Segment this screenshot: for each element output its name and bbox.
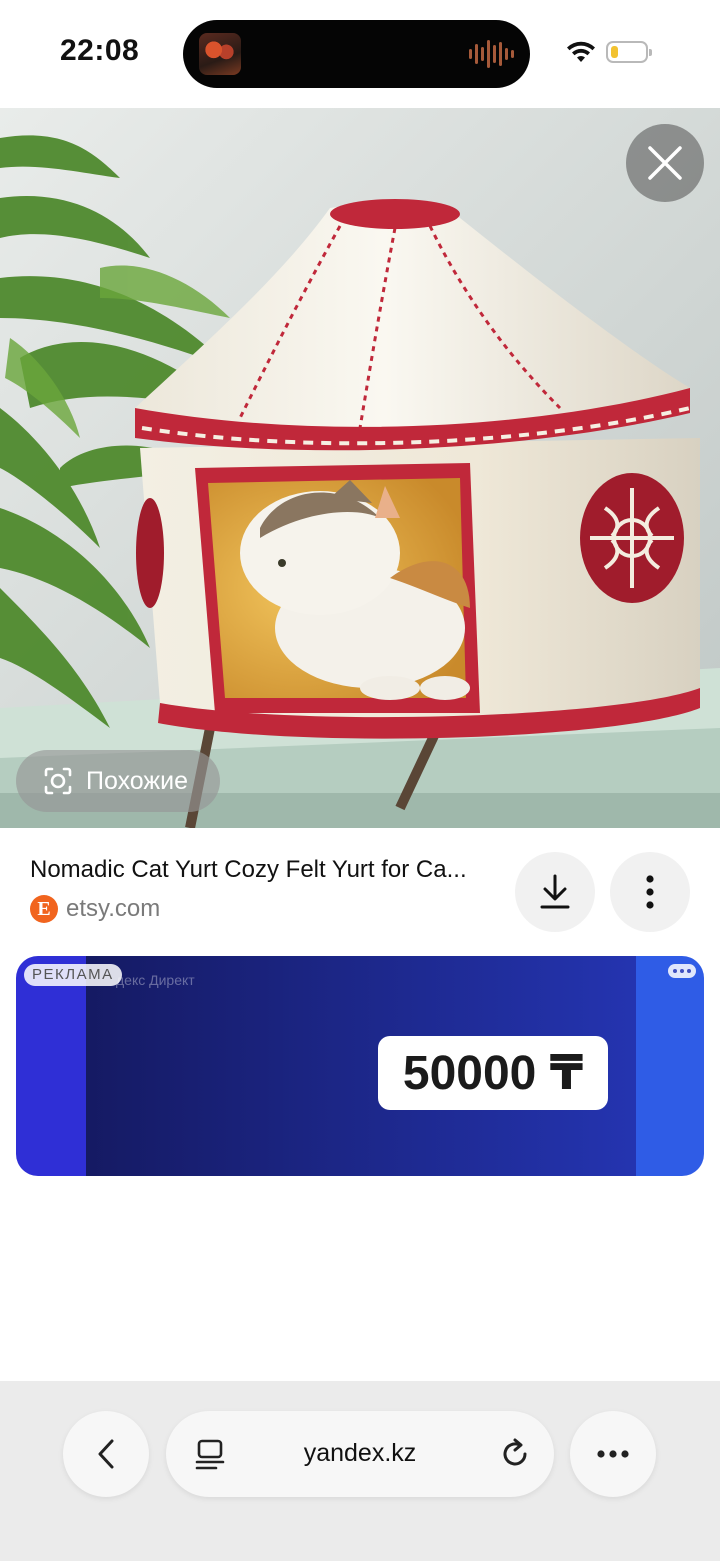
- back-button[interactable]: [63, 1411, 149, 1497]
- ad-label: РЕКЛАМА: [24, 964, 122, 986]
- similar-images-button[interactable]: Похожие: [16, 750, 220, 812]
- browser-menu-button[interactable]: [570, 1411, 656, 1497]
- source-domain[interactable]: etsy.com: [66, 895, 160, 923]
- similar-images-label: Похожие: [86, 766, 189, 795]
- result-image[interactable]: [0, 108, 720, 828]
- status-bar: 22:08: [0, 0, 720, 108]
- url-text[interactable]: yandex.kz: [166, 1439, 554, 1468]
- etsy-logo-icon: E: [30, 895, 58, 923]
- ad-provider: декс Директ: [116, 972, 195, 988]
- close-button[interactable]: [626, 124, 704, 202]
- close-icon: [648, 146, 682, 180]
- more-options-button[interactable]: [610, 852, 690, 932]
- now-playing-album-art[interactable]: [199, 33, 241, 75]
- battery-low-icon: [606, 41, 652, 63]
- address-bar[interactable]: yandex.kz: [166, 1411, 554, 1497]
- cat-yurt-photo: [0, 108, 720, 828]
- download-icon: [540, 874, 570, 909]
- vertical-dots-icon: [646, 875, 654, 909]
- result-source[interactable]: E etsy.com: [30, 895, 160, 923]
- audio-waveform-icon: [469, 38, 514, 70]
- status-time: 22:08: [60, 34, 140, 67]
- reload-icon[interactable]: [498, 1437, 532, 1471]
- back-chevron-icon: [98, 1439, 114, 1469]
- result-info: Nomadic Cat Yurt Cozy Felt Yurt for Ca..…: [0, 828, 720, 948]
- dynamic-island[interactable]: [183, 20, 530, 88]
- wifi-icon: [567, 41, 595, 62]
- horizontal-dots-icon: [597, 1450, 629, 1458]
- ad-options-button[interactable]: [668, 964, 696, 978]
- advertisement-banner[interactable]: РЕКЛАМА декс Директ 50000 ₸: [16, 956, 704, 1176]
- ad-price: 50000 ₸: [378, 1036, 608, 1110]
- result-title[interactable]: Nomadic Cat Yurt Cozy Felt Yurt for Ca..…: [30, 856, 500, 884]
- download-button[interactable]: [515, 852, 595, 932]
- camera-search-icon: [44, 767, 72, 795]
